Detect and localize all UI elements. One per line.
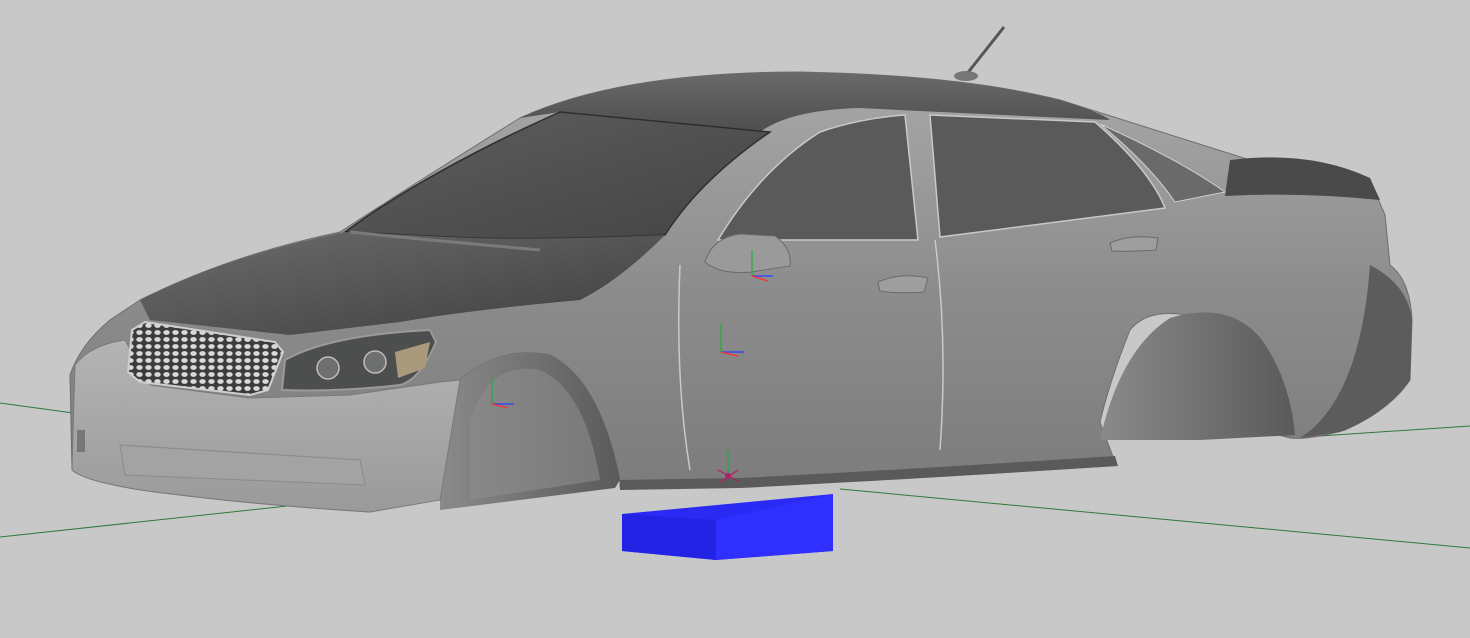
fog-lamp: [77, 430, 85, 452]
antenna-base: [954, 71, 978, 81]
car-body[interactable]: [69, 26, 1413, 513]
3d-viewport[interactable]: [0, 0, 1470, 638]
grid-line: [839, 488, 1470, 549]
headlight-lens-right: [363, 350, 387, 374]
support-block[interactable]: [622, 494, 833, 560]
trunk: [1225, 157, 1380, 200]
headlight-lens-left: [316, 356, 340, 380]
viewport-canvas[interactable]: [0, 0, 1470, 638]
antenna: [964, 26, 1006, 76]
